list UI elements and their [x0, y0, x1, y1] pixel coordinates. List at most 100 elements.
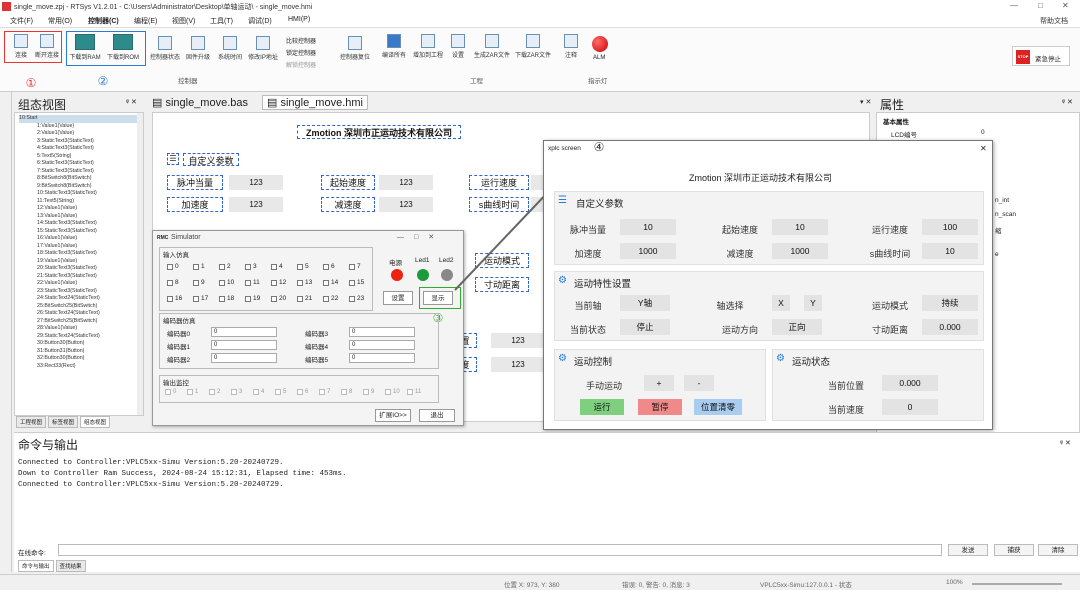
- controller-reset-button[interactable]: 控制器复位: [336, 36, 374, 61]
- send-button[interactable]: 发送: [948, 544, 988, 556]
- tree-item[interactable]: 13:Value1(Value): [19, 213, 143, 221]
- tree-item[interactable]: 30:Button30(Button): [19, 340, 143, 348]
- tree-item[interactable]: 6:StaticText3(StaticText): [19, 160, 143, 168]
- input-checkbox[interactable]: 19: [245, 295, 260, 302]
- minimize-icon[interactable]: —: [1010, 1, 1018, 10]
- hmi-value[interactable]: 123: [491, 357, 545, 372]
- controller-status-button[interactable]: 控制器状态: [148, 36, 182, 61]
- tree-item[interactable]: 28:Value1(Value): [19, 325, 143, 333]
- xplc-param-value[interactable]: 1000: [620, 243, 676, 259]
- menu-common[interactable]: 常用(O): [48, 16, 72, 26]
- jog-plus-button[interactable]: +: [644, 375, 674, 391]
- menu-program[interactable]: 编程(E): [134, 16, 157, 26]
- tab-label-view[interactable]: 标签视图: [48, 416, 79, 428]
- tree-item[interactable]: 4:StaticText3(StaticText): [19, 145, 143, 153]
- doc-tab-bas[interactable]: ▤ single_move.bas: [152, 96, 248, 109]
- encoder-input[interactable]: 0: [211, 340, 277, 350]
- add-to-project-button[interactable]: 增加到工程: [410, 34, 446, 59]
- sim-window-controls[interactable]: —□✕: [397, 233, 444, 241]
- close-icon[interactable]: ✕: [1062, 1, 1069, 10]
- doc-tab-hmi[interactable]: ▤ single_move.hmi: [262, 95, 368, 110]
- input-checkbox[interactable]: 6: [323, 263, 335, 270]
- xplc-param-value[interactable]: 10: [772, 219, 828, 235]
- input-checkbox[interactable]: 14: [323, 279, 338, 286]
- firmware-upgrade-button[interactable]: 固件升级: [182, 36, 214, 61]
- zoom-slider[interactable]: [972, 583, 1062, 585]
- input-checkbox[interactable]: 18: [219, 295, 234, 302]
- input-checkbox[interactable]: 9: [193, 279, 205, 286]
- cmd-pin-icon[interactable]: ᵠ ✕: [1060, 439, 1071, 447]
- input-checkbox[interactable]: 7: [349, 263, 361, 270]
- download-zar-button[interactable]: 下载ZAR文件: [512, 34, 554, 59]
- encoder-input[interactable]: 0: [211, 327, 277, 337]
- tree-scrollbar[interactable]: [137, 113, 143, 415]
- tree-item[interactable]: 19:Value1(Value): [19, 258, 143, 266]
- hmi-label[interactable]: 脉冲当量: [167, 175, 223, 190]
- run-button[interactable]: 运行: [580, 399, 624, 415]
- tree-item[interactable]: 18:StaticText3(StaticText): [19, 250, 143, 258]
- hmi-value[interactable]: 123: [379, 197, 433, 212]
- maximize-icon[interactable]: □: [1038, 1, 1043, 10]
- xplc-param-value[interactable]: 1000: [772, 243, 828, 259]
- tree-item[interactable]: 22:Value1(Value): [19, 280, 143, 288]
- tab-project-view[interactable]: 工程视图: [16, 416, 47, 428]
- tree-item[interactable]: 10:Start: [19, 115, 143, 123]
- tree-item[interactable]: 8:BitSwitch8(BitSwitch): [19, 175, 143, 183]
- encoder-input[interactable]: 0: [349, 340, 415, 350]
- system-time-button[interactable]: 系统时间: [214, 36, 246, 61]
- tree-item[interactable]: 9:BitSwitch8(BitSwitch): [19, 183, 143, 191]
- tab-find-results[interactable]: 查找结果: [55, 560, 86, 572]
- input-checkbox[interactable]: 11: [245, 279, 260, 286]
- input-checkbox[interactable]: 1: [193, 263, 205, 270]
- xplc-param-value[interactable]: 10: [922, 243, 978, 259]
- input-checkbox[interactable]: 2: [219, 263, 231, 270]
- menu-tools[interactable]: 工具(T): [210, 16, 233, 26]
- capture-button[interactable]: 捕获: [994, 544, 1034, 556]
- clear-button[interactable]: 清除: [1038, 544, 1078, 556]
- tree-item[interactable]: 26:StaticText24(StaticText): [19, 310, 143, 318]
- download-rom-button[interactable]: 下载到ROM: [104, 34, 142, 61]
- hmi-value[interactable]: 123: [491, 333, 545, 348]
- hmi-section1[interactable]: 自定义参数: [183, 153, 239, 166]
- input-checkbox[interactable]: 10: [219, 279, 234, 286]
- jog-value[interactable]: 0.000: [922, 319, 978, 335]
- settings-button[interactable]: 设置: [446, 34, 470, 59]
- expand-io-button[interactable]: 扩展IO>>: [375, 409, 411, 422]
- xplc-param-value[interactable]: 100: [922, 219, 978, 235]
- encoder-input[interactable]: 0: [349, 353, 415, 363]
- tree-item[interactable]: 32:Button30(Button): [19, 355, 143, 363]
- tree-item[interactable]: 31:Button31(Button): [19, 348, 143, 356]
- input-checkbox[interactable]: 0: [167, 263, 179, 270]
- tree-item[interactable]: 20:StaticText3(StaticText): [19, 265, 143, 273]
- input-checkbox[interactable]: 4: [271, 263, 283, 270]
- online-cmd-input[interactable]: [58, 544, 942, 556]
- xplc-close-icon[interactable]: ✕: [980, 144, 987, 153]
- modify-ip-button[interactable]: 修改IP地址: [246, 36, 280, 61]
- emergency-stop-button[interactable]: STOP 紧急停止: [1012, 46, 1070, 66]
- axis-x-button[interactable]: X: [772, 295, 790, 311]
- jog-minus-button[interactable]: -: [684, 375, 714, 391]
- input-checkbox[interactable]: 23: [349, 295, 364, 302]
- input-checkbox[interactable]: 15: [349, 279, 364, 286]
- comment-button[interactable]: 注释: [558, 34, 584, 59]
- compare-controller-button[interactable]: 比较控制器: [286, 36, 316, 45]
- tree-item[interactable]: 23:StaticText3(StaticText): [19, 288, 143, 296]
- unlock-controller-button[interactable]: 解锁控制器: [286, 60, 316, 69]
- tree-item[interactable]: 21:StaticText3(StaticText): [19, 273, 143, 281]
- tree-item[interactable]: 29:StaticText24(StaticText): [19, 333, 143, 341]
- tab-config-view[interactable]: 组态视图: [80, 416, 111, 428]
- disconnect-button[interactable]: 断开连接: [32, 34, 62, 59]
- mode-value[interactable]: 持续: [922, 295, 978, 311]
- hmi-label[interactable]: 减速度: [321, 197, 375, 212]
- xplc-param-value[interactable]: 10: [620, 219, 676, 235]
- tree-item[interactable]: 27:BitSwitch25(BitSwitch): [19, 318, 143, 326]
- tree-item[interactable]: 14:StaticText3(StaticText): [19, 220, 143, 228]
- props-lcd-value[interactable]: 0: [981, 129, 985, 136]
- hmi-label[interactable]: 起始速度: [321, 175, 375, 190]
- tree-item[interactable]: 17:Value1(Value): [19, 243, 143, 251]
- sim-exit-button[interactable]: 退出: [419, 409, 455, 422]
- encoder-input[interactable]: 0: [349, 327, 415, 337]
- menu-view[interactable]: 视图(V): [172, 16, 195, 26]
- tree-item[interactable]: 25:BitSwitch25(BitSwitch): [19, 303, 143, 311]
- menu-controller[interactable]: 控制器(C): [88, 16, 119, 26]
